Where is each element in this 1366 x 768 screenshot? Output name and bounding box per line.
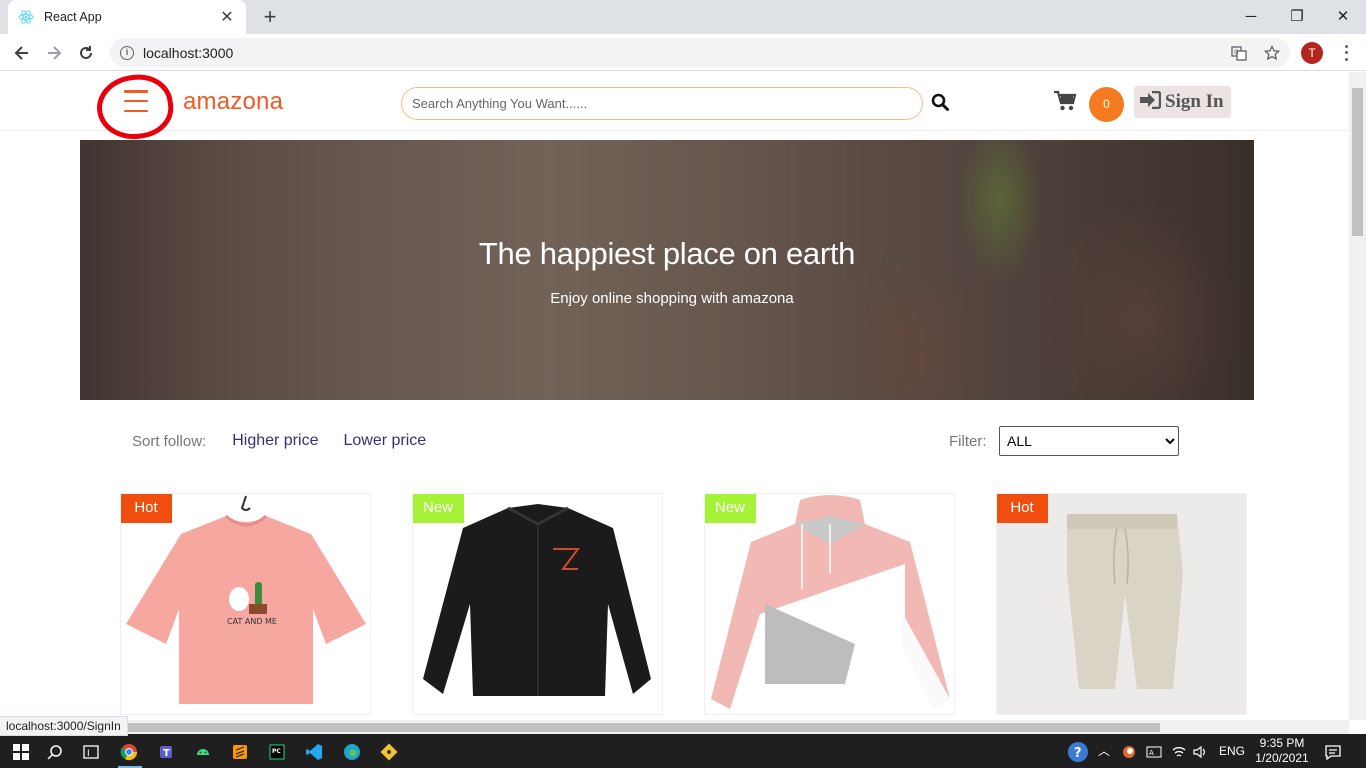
browser-tabstrip: React App ✕ + ─ ❐ ✕ bbox=[0, 0, 1366, 34]
edge-icon[interactable] bbox=[339, 739, 365, 765]
product-image-pink-tshirt[interactable]: CAT AND ME bbox=[121, 494, 371, 715]
notifications-icon[interactable] bbox=[1320, 739, 1346, 765]
sort-lower-price-link[interactable]: Lower price bbox=[343, 432, 426, 450]
filter-label: Filter: bbox=[949, 433, 987, 450]
product-card[interactable]: Hot bbox=[996, 493, 1247, 715]
product-card[interactable]: Hot CAT AND ME bbox=[120, 493, 371, 715]
task-view-icon[interactable]: I bbox=[78, 739, 104, 765]
search-icon[interactable] bbox=[931, 93, 951, 113]
tab-title: React App bbox=[44, 10, 102, 24]
tray-app-icon[interactable] bbox=[1116, 739, 1142, 765]
tab-close-icon[interactable]: ✕ bbox=[218, 7, 236, 27]
address-bar[interactable]: i localhost:3000 G bbox=[110, 38, 1290, 67]
clock-time: 9:35 PM bbox=[1259, 736, 1305, 750]
product-image-beige-pants[interactable] bbox=[997, 494, 1247, 715]
clock-date: 1/20/2021 bbox=[1255, 751, 1309, 765]
svg-text:G: G bbox=[1234, 49, 1239, 56]
product-image-pink-hoodie[interactable] bbox=[705, 494, 955, 715]
search-input[interactable] bbox=[401, 87, 923, 120]
cart-icon[interactable] bbox=[1053, 90, 1077, 114]
site-info-icon[interactable]: i bbox=[120, 45, 134, 60]
android-studio-icon[interactable] bbox=[190, 739, 216, 765]
status-url-bubble: localhost:3000/SignIn bbox=[0, 716, 128, 736]
sort-higher-price-link[interactable]: Higher price bbox=[232, 432, 318, 450]
address-url: localhost:3000 bbox=[143, 44, 234, 61]
product-card[interactable]: New bbox=[704, 493, 955, 715]
git-tool-icon[interactable] bbox=[376, 739, 402, 765]
help-icon[interactable]: ? bbox=[1065, 739, 1091, 765]
horizontal-scroll-thumb[interactable] bbox=[128, 723, 1160, 732]
product-badge: New bbox=[705, 494, 756, 523]
vscode-icon[interactable] bbox=[301, 739, 327, 765]
site-logo[interactable]: amazona bbox=[183, 88, 283, 116]
volume-icon[interactable] bbox=[1187, 739, 1213, 765]
minimize-button[interactable]: ─ bbox=[1228, 0, 1274, 32]
hamburger-menu-icon[interactable] bbox=[124, 90, 148, 112]
signin-button[interactable]: Sign In bbox=[1134, 86, 1231, 118]
chrome-icon[interactable] bbox=[116, 739, 142, 765]
svg-text:I: I bbox=[87, 749, 90, 759]
svg-text:PC: PC bbox=[272, 748, 281, 755]
react-favicon-icon bbox=[18, 9, 34, 25]
hero-banner: The happiest place on earth Enjoy online… bbox=[80, 140, 1254, 400]
pycharm-icon[interactable]: PC bbox=[264, 739, 290, 765]
filter-select[interactable]: ALL bbox=[999, 426, 1179, 456]
windows-start-icon[interactable] bbox=[8, 739, 34, 765]
hero-subtitle: Enjoy online shopping with amazona bbox=[550, 290, 794, 307]
back-arrow-icon bbox=[14, 46, 28, 60]
vertical-scroll-thumb[interactable] bbox=[1352, 88, 1363, 236]
restore-button[interactable]: ❐ bbox=[1274, 0, 1320, 32]
reload-icon bbox=[80, 46, 92, 59]
bookmark-star-icon[interactable] bbox=[1263, 44, 1281, 62]
svg-text:CAT AND ME: CAT AND ME bbox=[227, 617, 277, 626]
hero-title: The happiest place on earth bbox=[478, 236, 856, 271]
browser-toolbar: i localhost:3000 G T bbox=[0, 34, 1366, 71]
page-viewport: amazona 0 Sign In The happiest place on … bbox=[0, 72, 1349, 720]
svg-text:T: T bbox=[163, 748, 170, 759]
sublime-text-icon[interactable] bbox=[227, 739, 253, 765]
horizontal-scrollbar[interactable] bbox=[0, 720, 1349, 734]
teams-icon[interactable]: T bbox=[154, 739, 180, 765]
svg-text:A: A bbox=[1149, 749, 1154, 757]
product-badge: New bbox=[413, 494, 464, 523]
product-card[interactable]: New bbox=[412, 493, 663, 715]
back-button[interactable] bbox=[8, 39, 36, 67]
taskbar-clock[interactable]: 9:35 PM 1/20/2021 bbox=[1252, 736, 1312, 766]
product-grid: Hot CAT AND ME New New Hot bbox=[0, 493, 1349, 720]
tray-expand-icon[interactable]: ︿ bbox=[1098, 742, 1110, 759]
translate-icon[interactable]: G bbox=[1230, 44, 1248, 62]
vertical-scrollbar[interactable] bbox=[1349, 72, 1366, 720]
cart-count-badge[interactable]: 0 bbox=[1089, 87, 1124, 122]
reload-button[interactable] bbox=[72, 39, 100, 67]
signin-arrow-icon bbox=[1139, 90, 1162, 114]
search-taskbar-icon[interactable] bbox=[42, 739, 68, 765]
forward-arrow-icon bbox=[48, 46, 62, 60]
close-window-button[interactable]: ✕ bbox=[1320, 0, 1366, 32]
sort-bar: Sort follow: Higher price Lower price bbox=[132, 432, 451, 450]
sort-label: Sort follow: bbox=[132, 432, 207, 450]
svg-text:?: ? bbox=[1074, 746, 1082, 761]
windows-taskbar: I T PC ? ︿ A ENG bbox=[0, 734, 1366, 768]
input-method-icon[interactable]: A bbox=[1141, 739, 1167, 765]
new-tab-button[interactable]: + bbox=[258, 5, 282, 29]
product-badge: Hot bbox=[997, 494, 1048, 523]
product-badge: Hot bbox=[121, 494, 172, 523]
browser-menu-icon[interactable] bbox=[1336, 43, 1356, 63]
site-header: amazona 0 Sign In bbox=[0, 72, 1349, 144]
browser-tab[interactable]: React App ✕ bbox=[8, 0, 246, 34]
forward-button[interactable] bbox=[40, 39, 68, 67]
product-image-black-jacket[interactable] bbox=[413, 494, 663, 715]
signin-label: Sign In bbox=[1165, 91, 1224, 112]
language-indicator[interactable]: ENG bbox=[1219, 744, 1245, 758]
profile-avatar[interactable]: T bbox=[1301, 42, 1323, 64]
